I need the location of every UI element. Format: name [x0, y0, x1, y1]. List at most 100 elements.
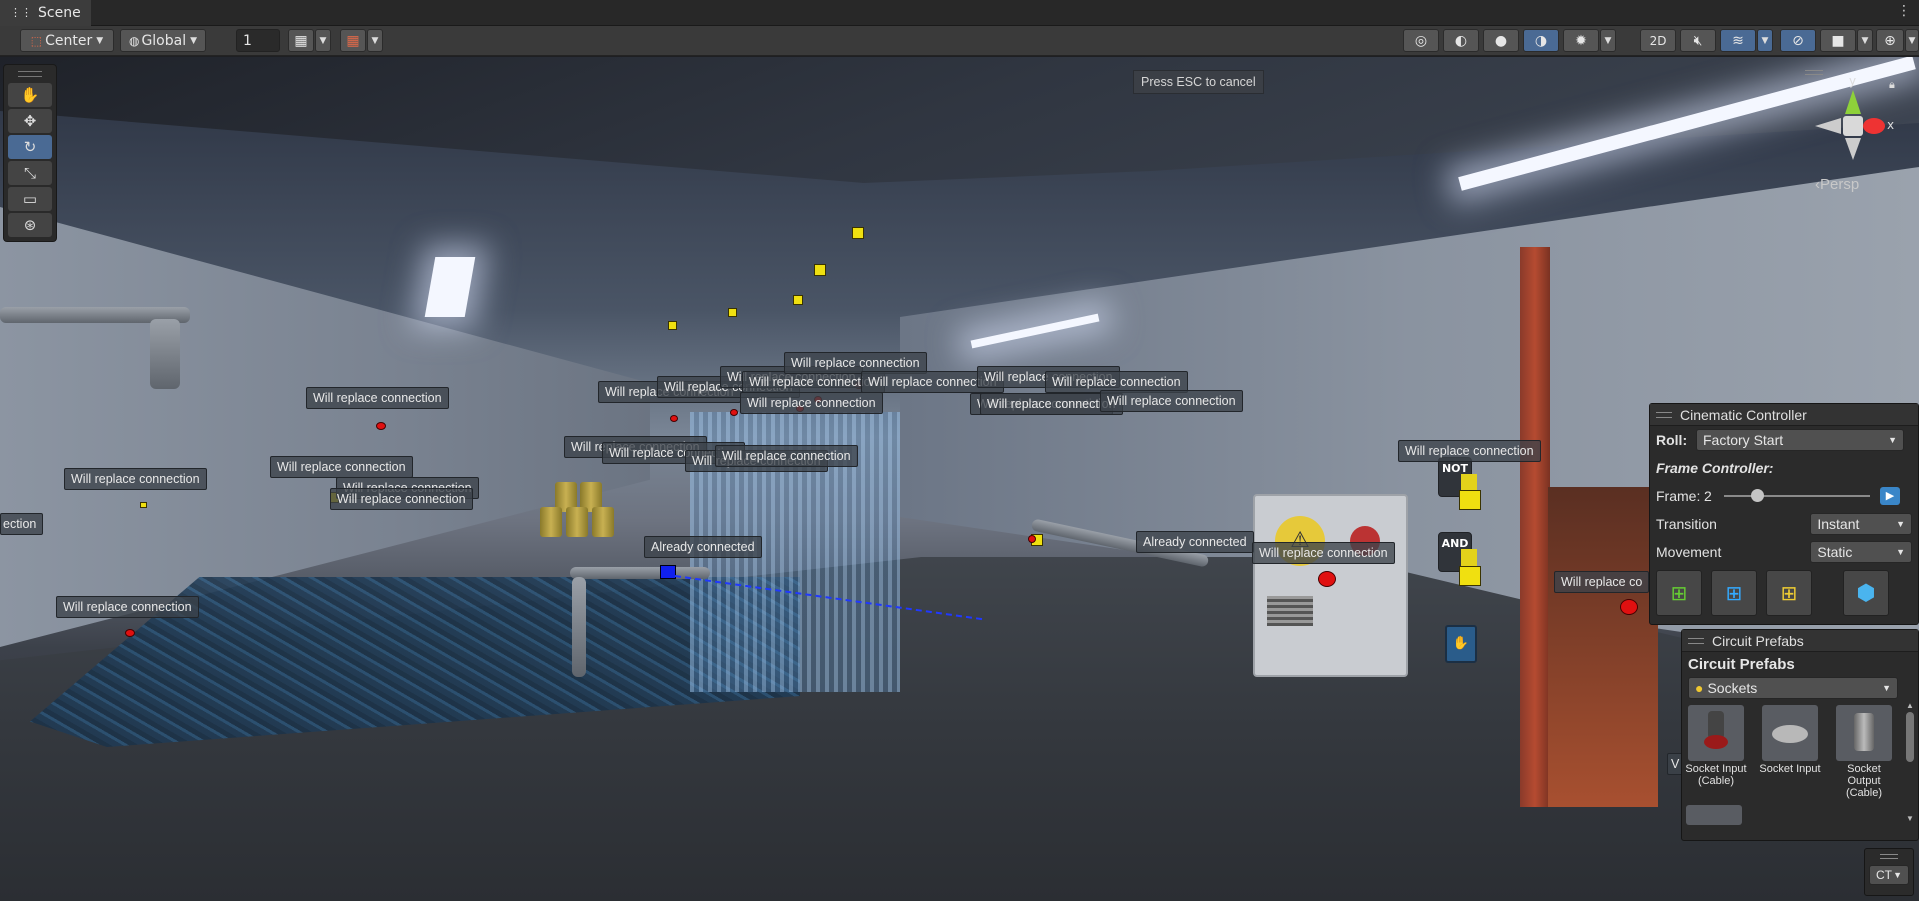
- window-titlebar: ⋮⋮ Scene ⋮: [0, 0, 1919, 26]
- connection-marker[interactable]: [140, 502, 147, 508]
- effects-options-dropdown[interactable]: ▼: [1757, 29, 1773, 52]
- x-axis-label: x: [1887, 118, 1895, 132]
- prefab-scrollbar[interactable]: ▲ ▼: [1904, 701, 1916, 823]
- gizmo-drag-handle[interactable]: [1805, 70, 1823, 75]
- audio-toggle-button[interactable]: 🔇︎: [1680, 29, 1716, 52]
- camera-options-dropdown[interactable]: ▼: [1857, 29, 1873, 52]
- connection-status-label: Already connected: [644, 536, 762, 558]
- connection-endpoint[interactable]: [125, 629, 135, 637]
- effects-toggle-button[interactable]: ≋: [1720, 29, 1756, 52]
- circuit-prefabs-header[interactable]: Circuit Prefabs: [1682, 630, 1918, 652]
- snap-options-dropdown[interactable]: ▼: [367, 29, 383, 52]
- connection-endpoint[interactable]: [1028, 535, 1036, 543]
- connection-marker[interactable]: [814, 264, 826, 276]
- connection-endpoint[interactable]: [376, 422, 386, 430]
- projection-toggle[interactable]: ‹Persp: [1815, 176, 1859, 193]
- circuit-prefabs-overlay: Circuit Prefabs Circuit Prefabs ● Sockets…: [1681, 629, 1919, 841]
- category-dropdown[interactable]: ● Sockets ▼: [1688, 677, 1898, 699]
- socket-input-cable-thumbnail: [1688, 705, 1744, 761]
- camera-preview-icon[interactable]: ▶: [1880, 487, 1900, 505]
- chevron-down-icon: ▼: [1882, 683, 1891, 693]
- connection-endpoint[interactable]: [670, 415, 678, 422]
- pivot-mode-dropdown[interactable]: ⬚ Center ▼: [20, 29, 114, 52]
- scroll-down-icon[interactable]: ▼: [1904, 814, 1916, 823]
- transform-tool-icon[interactable]: ⊛: [8, 213, 52, 237]
- prefab-item[interactable]: Socket Input (Cable): [1684, 705, 1748, 787]
- neg-y-cone[interactable]: [1845, 138, 1861, 160]
- debug-draw-button[interactable]: ✹: [1563, 29, 1599, 52]
- scroll-thumb[interactable]: [1906, 712, 1914, 762]
- lit-mode-button[interactable]: ◑: [1523, 29, 1559, 52]
- shaded-wireframe-button[interactable]: ◐: [1443, 29, 1479, 52]
- move-tool-icon[interactable]: ✥: [8, 109, 52, 133]
- kebab-menu-icon[interactable]: ⋮: [1897, 3, 1911, 19]
- mute-icon: 🔇︎: [1693, 32, 1703, 49]
- roll-dropdown[interactable]: Factory Start ▼: [1696, 429, 1904, 451]
- prefab-item[interactable]: Socket Output (Cable): [1832, 705, 1896, 799]
- camera-settings-button[interactable]: ■: [1820, 29, 1856, 52]
- prefab-thumbnail-partial[interactable]: [1686, 805, 1742, 825]
- grid-options-dropdown[interactable]: ▼: [315, 29, 331, 52]
- gizmos-button[interactable]: ⊕: [1876, 29, 1904, 52]
- prefab-grid: Socket Input (Cable) Socket Input Socket…: [1682, 699, 1918, 829]
- connection-endpoint[interactable]: [730, 409, 738, 416]
- rect-tool-icon[interactable]: ▭: [8, 187, 52, 211]
- cinematic-controller-header[interactable]: Cinematic Controller: [1650, 404, 1918, 426]
- drag-handle[interactable]: [1880, 854, 1898, 859]
- prefab-cube-button[interactable]: ⬢: [1843, 570, 1889, 616]
- prefab-item[interactable]: Socket Input: [1758, 705, 1822, 775]
- neg-x-cone[interactable]: [1815, 118, 1841, 134]
- scene-tab[interactable]: ⋮⋮ Scene: [0, 0, 91, 26]
- connection-marker[interactable]: [668, 321, 677, 330]
- ct-dropdown[interactable]: CT ▼: [1869, 865, 1909, 885]
- connection-marker[interactable]: [728, 308, 737, 317]
- drag-handle[interactable]: [18, 71, 42, 77]
- draw-mode-dropdown[interactable]: ▼: [1600, 29, 1616, 52]
- connection-label: Will replace connection: [740, 392, 883, 414]
- frame-slider-knob[interactable]: [1750, 489, 1764, 502]
- transition-row: Transition Instant ▼: [1650, 510, 1918, 538]
- grid-snap-input[interactable]: 1: [236, 29, 280, 52]
- movement-dropdown[interactable]: Static ▼: [1810, 541, 1912, 563]
- x-axis-cone[interactable]: [1863, 118, 1885, 134]
- connection-endpoint[interactable]: [1318, 571, 1336, 587]
- connection-marker[interactable]: [852, 227, 864, 239]
- frame-settings-button[interactable]: ⊞: [1766, 570, 1812, 616]
- chevron-down-icon: ▼: [1908, 35, 1916, 46]
- socket-cylinder-icon: [1854, 713, 1874, 751]
- frame-slider[interactable]: [1724, 489, 1870, 502]
- snap-increment-button[interactable]: ▦: [340, 29, 366, 52]
- connection-marker[interactable]: [1459, 490, 1481, 510]
- transition-dropdown[interactable]: Instant ▼: [1810, 513, 1912, 535]
- hidden-objects-toggle[interactable]: ⊘: [1780, 29, 1816, 52]
- grid-icon: ⋮⋮: [10, 6, 32, 19]
- y-axis-cone[interactable]: [1845, 90, 1861, 114]
- drag-handle[interactable]: [1656, 411, 1672, 418]
- scale-tool-icon[interactable]: ⤡: [8, 161, 52, 185]
- wireframe-globe-button[interactable]: ◎: [1403, 29, 1439, 52]
- connection-marker[interactable]: [1459, 566, 1481, 586]
- lock-icon[interactable]: 🔒︎: [1889, 78, 1895, 92]
- pivot-rotation-dropdown[interactable]: ◍ Global ▼: [120, 29, 206, 52]
- gizmos-dropdown[interactable]: ▼: [1905, 29, 1919, 52]
- selected-connection-marker[interactable]: [660, 565, 676, 579]
- shaded-button[interactable]: ●: [1483, 29, 1519, 52]
- hand-tool-icon[interactable]: ✋: [8, 83, 52, 107]
- grid-visibility-button[interactable]: ▦: [288, 29, 314, 52]
- chevron-down-icon: ▼: [1761, 35, 1769, 46]
- gizmo-center-cube[interactable]: [1843, 116, 1863, 136]
- toggle-2d-button[interactable]: 2D: [1640, 29, 1676, 52]
- connection-label: Will replace connection: [270, 456, 413, 478]
- connection-endpoint[interactable]: [1620, 599, 1638, 615]
- socket-input-thumbnail: [1762, 705, 1818, 761]
- edit-frame-button[interactable]: ⊞: [1711, 570, 1757, 616]
- rotate-tool-icon[interactable]: ↻: [8, 135, 52, 159]
- pivot-rotation-label: Global: [141, 32, 187, 49]
- connection-marker[interactable]: [793, 295, 803, 305]
- scroll-up-icon[interactable]: ▲: [1904, 701, 1916, 710]
- support-beam: [1520, 247, 1550, 807]
- add-frame-button[interactable]: ⊞: [1656, 570, 1702, 616]
- vent-grille: [1267, 596, 1313, 626]
- drag-handle[interactable]: [1688, 637, 1704, 644]
- scene-viewport[interactable]: ⚠ NOT AND ✋ Will replace connection Will…: [0, 57, 1919, 901]
